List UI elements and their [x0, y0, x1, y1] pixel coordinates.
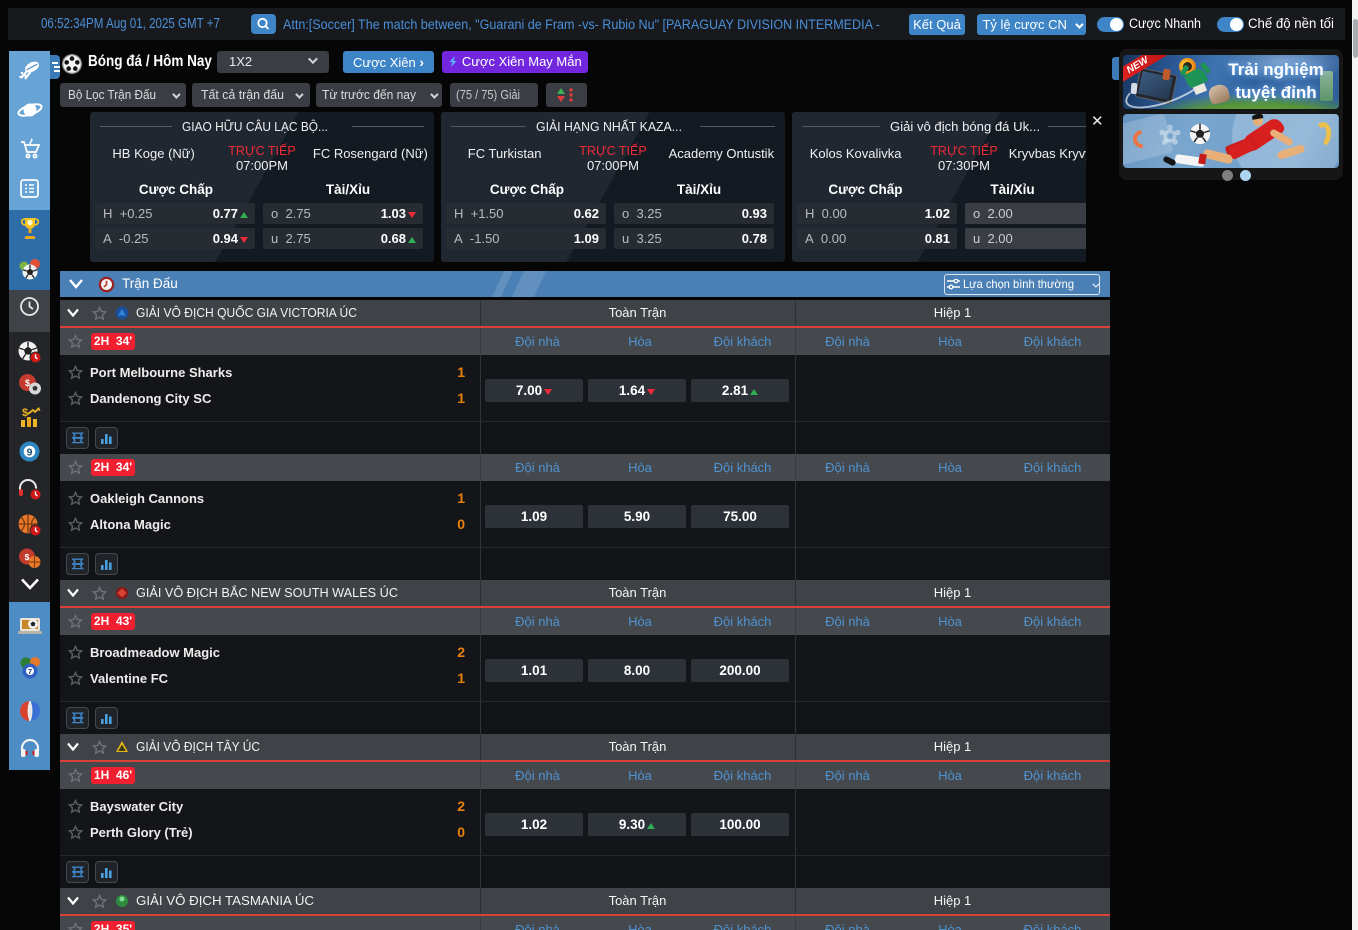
svg-text:9: 9	[27, 447, 33, 459]
svg-text:$: $	[25, 378, 30, 388]
svg-text:7: 7	[27, 667, 31, 676]
